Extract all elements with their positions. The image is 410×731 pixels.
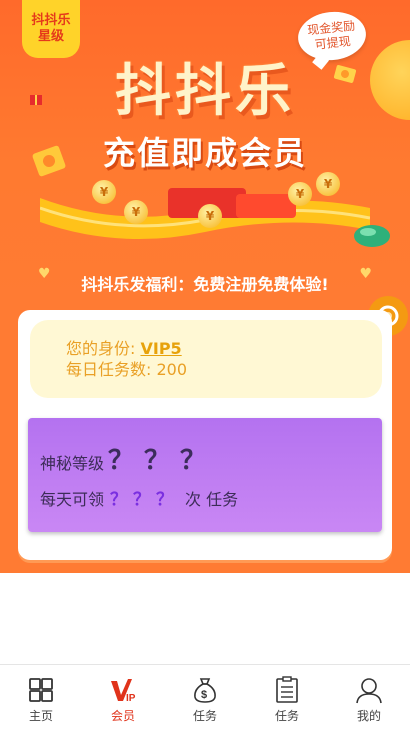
identity-label: 您的身份: [66,339,141,358]
daily-tasks-row: 每日任务数: 200 [66,359,382,380]
tab-vip[interactable]: IP 会员 [82,665,164,731]
tab-task-earn[interactable]: $ 任务 [164,665,246,731]
banner-title: 抖抖乐 [115,59,295,124]
tab-task-list[interactable]: 任务 [246,665,328,731]
coin-symbol: ¥ [323,177,333,191]
vip-page: 抖抖乐 星级 现金奖励 可提现 抖抖乐 充值即成会员 ¥ ¥ ¥ ¥ ¥ ♥ 抖… [0,0,410,731]
tab-task-list-label: 任务 [274,709,299,723]
user-icon [356,678,382,704]
home-grid-icon [29,678,53,702]
identity-box: 您的身份: VIP5 每日任务数: 200 [30,320,382,398]
mystery-tasks-suffix: 次 任务 [185,490,239,509]
gem-decoration [354,225,390,247]
banner-subtitle: 充值即成会员 [102,134,307,172]
coin-icon: ¥ [198,204,222,228]
svg-text:IP: IP [126,693,136,704]
mystery-tasks-prefix: 每天可领 [40,490,105,509]
money-bag-icon: $ [194,678,216,703]
tab-vip-label: 会员 [110,709,135,723]
mystery-tasks-question-marks: ？？？ [110,490,180,510]
bottom-tab-bar: 主页 IP 会员 $ 任务 任务 我的 [0,664,410,731]
coin-symbol: ¥ [295,187,305,201]
daily-tasks-label: 每日任务数: [66,360,157,379]
badge-line-2: 星级 [37,29,64,44]
tab-task-earn-label: 任务 [192,709,217,723]
coin-icon: ¥ [316,172,340,196]
mystery-level-card[interactable]: 神秘等级 ？？？ 每天可领 ？？？ 次 任务 [28,418,382,532]
coin-icon: ¥ [92,180,116,204]
coin-symbol: ¥ [99,185,109,199]
promo-banner: 抖抖乐 星级 现金奖励 可提现 抖抖乐 充值即成会员 ¥ ¥ ¥ ¥ ¥ ♥ 抖… [0,0,410,300]
identity-row: 您的身份: VIP5 [66,338,382,359]
vip-icon: IP [111,679,136,704]
tab-home-label: 主页 [28,709,53,723]
clipboard-icon [276,676,298,703]
svg-text:$: $ [201,689,207,701]
mystery-tasks-row: 每天可领 ？？？ 次 任务 [40,485,382,510]
coin-symbol: ¥ [131,205,141,219]
tab-mine[interactable]: 我的 [328,665,410,731]
mystery-level-question-marks: ？？？ [108,446,217,476]
daily-tasks-value: 200 [156,360,188,379]
mystery-level-title: 神秘等级 [40,454,105,473]
coin-icon: ¥ [124,200,148,224]
promo-slogan: 抖抖乐发福利：免费注册免费体验! [38,266,372,300]
vip-level-link[interactable]: VIP5 [140,339,181,358]
tab-home[interactable]: 主页 [0,665,82,731]
coin-icon: ¥ [288,182,312,206]
mystery-level-title-row: 神秘等级 ？？？ [40,440,382,477]
gold-ribbon: ¥ ¥ ¥ ¥ ¥ [40,172,370,248]
badge-line-1: 抖抖乐 [31,13,71,28]
tab-mine-label: 我的 [356,709,381,723]
coin-symbol: ¥ [205,209,215,223]
